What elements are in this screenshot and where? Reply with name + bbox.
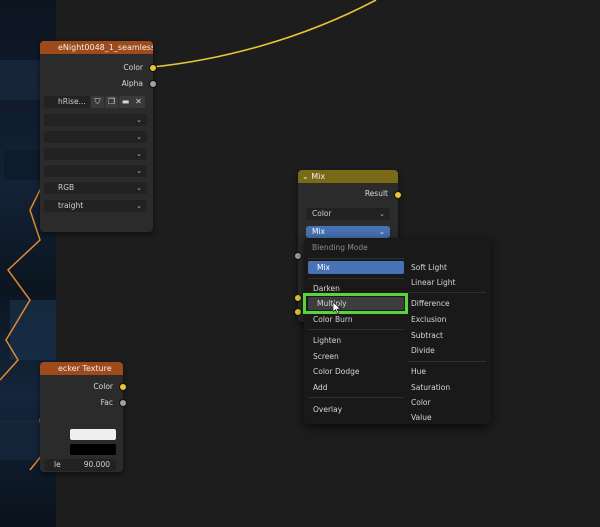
menu-item-value[interactable]: Value	[402, 411, 488, 424]
mix-node-title: Mix	[311, 172, 326, 181]
chevron-down-icon: ⌄	[136, 184, 142, 192]
menu-item-saturation[interactable]: Saturation	[402, 381, 488, 394]
checker-node-header[interactable]: ecker Texture	[40, 362, 123, 375]
output-color-label: Color	[123, 63, 143, 72]
menu-separator	[308, 278, 404, 279]
a-input-socket[interactable]	[294, 294, 302, 302]
image-selector-field[interactable]: hRise...	[44, 96, 90, 108]
mix-result-label: Result	[364, 189, 388, 198]
color2-swatch[interactable]	[70, 444, 116, 455]
color-space-dropdown[interactable]: RGB ⌄	[44, 182, 147, 194]
mouse-cursor-icon	[333, 302, 341, 314]
output-color-socket[interactable]	[149, 64, 157, 72]
fake-user-shield-icon[interactable]: ⛉	[91, 96, 104, 108]
menu-item-exclusion[interactable]: Exclusion	[402, 313, 488, 326]
chevron-down-icon: ⌄	[379, 210, 385, 218]
menu-separator	[408, 292, 486, 293]
menu-separator	[308, 397, 404, 398]
checker-output-fac-socket[interactable]	[119, 399, 127, 407]
extension-dropdown[interactable]: ⌄	[44, 148, 147, 160]
menu-title: Blending Mode	[312, 243, 368, 252]
factor-input-socket[interactable]	[294, 252, 302, 260]
menu-item-difference[interactable]: Difference	[402, 297, 488, 310]
menu-separator	[408, 361, 486, 362]
image-texture-node-title: eNight0048_1_seamless...	[58, 43, 153, 52]
data-type-dropdown[interactable]: Color ⌄	[306, 208, 390, 220]
menu-item-color[interactable]: Color	[402, 396, 488, 409]
menu-item-linear-light[interactable]: Linear Light	[402, 276, 488, 289]
data-type-value: Color	[312, 209, 332, 218]
image-texture-node[interactable]: eNight0048_1_seamless... Color Alpha hRi…	[40, 41, 157, 232]
output-alpha-socket[interactable]	[149, 80, 157, 88]
projection-dropdown[interactable]: ⌄	[44, 131, 147, 143]
checker-output-fac-label: Fac	[100, 398, 113, 407]
menu-item-hue[interactable]: Hue	[402, 365, 488, 378]
color-space-value: RGB	[58, 183, 75, 192]
scale-field[interactable]: le 90.000	[44, 459, 116, 471]
checker-output-color-label: Color	[93, 382, 113, 391]
menu-item-mix[interactable]: Mix	[308, 261, 404, 274]
menu-item-darken[interactable]: Darken	[304, 282, 404, 295]
menu-item-screen[interactable]: Screen	[304, 350, 404, 363]
menu-item-multiply[interactable]: Multiply	[308, 297, 404, 310]
menu-separator	[308, 258, 404, 259]
open-folder-icon[interactable]: ▬	[119, 96, 132, 108]
menu-item-color-dodge[interactable]: Color Dodge	[304, 365, 404, 378]
color1-swatch[interactable]	[70, 429, 116, 440]
menu-item-overlay[interactable]: Overlay	[304, 403, 404, 416]
menu-item-lighten[interactable]: Lighten	[304, 334, 404, 347]
scale-label: le	[54, 460, 61, 469]
blend-mode-dropdown[interactable]: Mix ⌄	[306, 226, 390, 238]
output-alpha-label: Alpha	[121, 79, 143, 88]
chevron-down-icon: ⌄	[379, 228, 385, 236]
blend-mode-value: Mix	[312, 227, 325, 236]
image-name-text: hRise...	[58, 97, 86, 106]
menu-item-divide[interactable]: Divide	[402, 344, 488, 357]
menu-item-soft-light[interactable]: Soft Light	[402, 261, 488, 274]
menu-separator	[308, 329, 404, 330]
close-icon[interactable]: ✕	[132, 96, 145, 108]
b-input-socket[interactable]	[294, 308, 302, 316]
menu-item-color-burn[interactable]: Color Burn	[304, 313, 404, 326]
checker-texture-node[interactable]: ecker Texture Color Fac le 90.000	[40, 362, 127, 472]
checker-node-title: ecker Texture	[58, 364, 112, 373]
blending-mode-menu[interactable]: Blending Mode Mix Darken Multiply Color …	[304, 238, 491, 424]
source-dropdown[interactable]: ⌄	[44, 165, 147, 177]
scale-value: 90.000	[83, 460, 110, 469]
duplicate-image-icon[interactable]: ❐	[105, 96, 118, 108]
mix-result-socket[interactable]	[394, 191, 402, 199]
chevron-down-icon: ⌄	[136, 202, 142, 210]
checker-output-color-socket[interactable]	[119, 383, 127, 391]
collapse-chevron-icon[interactable]: ⌄	[302, 172, 309, 181]
chevron-down-icon: ⌄	[136, 116, 142, 124]
alpha-mode-dropdown[interactable]: traight ⌄	[44, 200, 147, 212]
interpolation-dropdown[interactable]: ⌄	[44, 114, 147, 126]
mix-node-header[interactable]: ⌄ Mix	[298, 170, 398, 183]
menu-item-add[interactable]: Add	[304, 381, 404, 394]
chevron-down-icon: ⌄	[136, 167, 142, 175]
menu-item-subtract[interactable]: Subtract	[402, 329, 488, 342]
image-texture-node-header[interactable]: eNight0048_1_seamless...	[40, 41, 153, 54]
alpha-mode-value: traight	[58, 201, 84, 210]
color-link-wire	[152, 0, 377, 68]
chevron-down-icon: ⌄	[136, 150, 142, 158]
chevron-down-icon: ⌄	[136, 133, 142, 141]
